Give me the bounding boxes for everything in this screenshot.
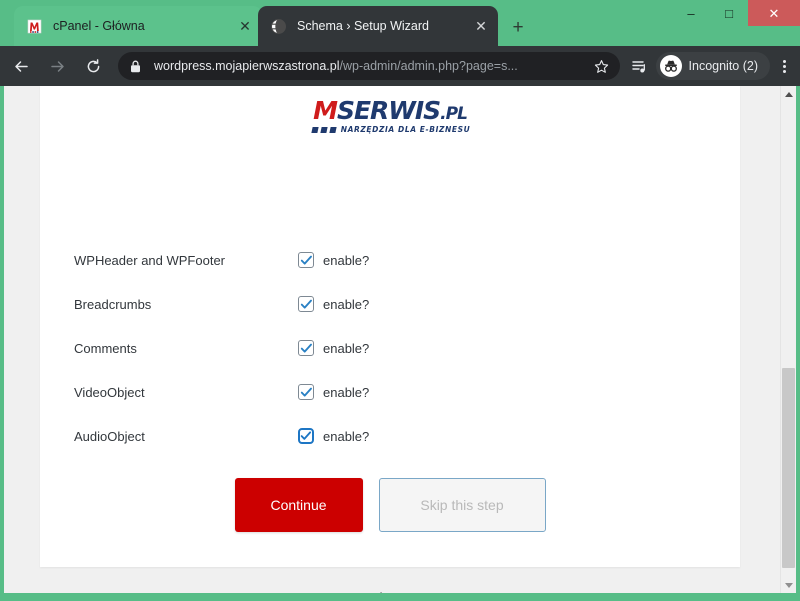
option-control: enable? bbox=[298, 340, 369, 356]
checkmark-icon bbox=[300, 343, 312, 353]
checkmark-icon bbox=[300, 299, 312, 309]
tab-title: Schema › Setup Wizard bbox=[297, 19, 429, 33]
forward-icon bbox=[42, 51, 72, 81]
browser-tab-cpanel[interactable]: cPanel - Główna ✕ bbox=[14, 6, 262, 46]
option-control: enable? bbox=[298, 296, 369, 312]
option-row-audioobject: AudioObject enable? bbox=[40, 414, 740, 458]
tab-close-icon[interactable]: ✕ bbox=[472, 17, 490, 35]
enable-label[interactable]: enable? bbox=[323, 429, 369, 444]
browser-toolbar: wordpress.mojapierwszastrona.pl/wp-admin… bbox=[0, 46, 800, 86]
option-control: enable? bbox=[298, 252, 369, 268]
enable-label[interactable]: enable? bbox=[323, 253, 369, 268]
scrollbar-thumb[interactable] bbox=[782, 368, 795, 568]
chrome-menu-icon[interactable] bbox=[770, 51, 798, 81]
logo-letter-m: M bbox=[313, 96, 338, 125]
checkmark-icon bbox=[300, 387, 312, 397]
url-path: /wp-admin/admin.php?page=s... bbox=[339, 59, 518, 73]
menu-dot bbox=[782, 59, 786, 63]
option-label: WPHeader and WPFooter bbox=[74, 252, 226, 268]
option-control: enable? bbox=[298, 384, 369, 400]
menu-dot bbox=[782, 69, 786, 73]
browser-window: cPanel - Główna ✕ Schema › Setup Wizard … bbox=[0, 0, 800, 601]
url-text: wordpress.mojapierwszastrona.pl/wp-admin… bbox=[154, 59, 588, 73]
logo-word: SERWIS bbox=[336, 96, 441, 125]
reload-icon[interactable] bbox=[78, 51, 108, 81]
lock-icon bbox=[130, 60, 144, 73]
logo-wordmark: MSERWIS.PL bbox=[310, 98, 471, 123]
option-row-breadcrumbs: Breadcrumbs enable? bbox=[40, 282, 740, 326]
incognito-profile-chip[interactable]: Incognito (2) bbox=[655, 52, 770, 80]
url-host: wordpress.mojapierwszastrona.pl bbox=[154, 59, 340, 73]
enable-label[interactable]: enable? bbox=[323, 385, 369, 400]
logo-tagline-row: NARZĘDZIA DLA E-BIZNESU bbox=[310, 126, 471, 134]
logo-tld: .PL bbox=[440, 104, 468, 124]
option-label: AudioObject bbox=[74, 428, 145, 444]
option-label: VideoObject bbox=[74, 384, 145, 400]
back-icon[interactable] bbox=[6, 51, 36, 81]
tab-strip: cPanel - Główna ✕ Schema › Setup Wizard … bbox=[0, 0, 800, 46]
setup-wizard-card: MSERWIS.PL NARZĘDZIA DLA E-BIZNESU WPHea… bbox=[40, 86, 740, 593]
mserwis-m-icon bbox=[26, 18, 43, 35]
window-controls: – □ ✕ bbox=[672, 0, 800, 26]
checkmark-icon bbox=[300, 255, 312, 265]
enable-checkbox[interactable] bbox=[298, 296, 314, 312]
bookmark-star-icon[interactable] bbox=[594, 59, 610, 74]
page-viewport: MSERWIS.PL NARZĘDZIA DLA E-BIZNESU WPHea… bbox=[4, 86, 796, 593]
minimize-button[interactable]: – bbox=[672, 0, 710, 26]
scroll-down-icon[interactable] bbox=[781, 577, 796, 593]
option-label: Breadcrumbs bbox=[74, 296, 152, 312]
site-logo: MSERWIS.PL NARZĘDZIA DLA E-BIZNESU bbox=[40, 98, 740, 134]
enable-checkbox[interactable] bbox=[298, 340, 314, 356]
globe-icon bbox=[270, 18, 287, 35]
browser-tab-setup-wizard[interactable]: Schema › Setup Wizard ✕ bbox=[258, 6, 498, 46]
enable-checkbox[interactable] bbox=[298, 384, 314, 400]
mouse-cursor bbox=[380, 592, 396, 593]
tab-close-icon[interactable]: ✕ bbox=[236, 17, 254, 35]
option-row-comments: Comments enable? bbox=[40, 326, 740, 370]
media-control-icon[interactable] bbox=[626, 58, 654, 75]
page-scrollbar[interactable] bbox=[780, 86, 796, 593]
logo-tagline: NARZĘDZIA DLA E-BIZNESU bbox=[340, 125, 471, 134]
maximize-button[interactable]: □ bbox=[710, 0, 748, 26]
wizard-actions: Continue Skip this step bbox=[40, 478, 740, 532]
option-row-videoobject: VideoObject enable? bbox=[40, 370, 740, 414]
skip-this-step-button[interactable]: Skip this step bbox=[378, 478, 546, 532]
checkmark-icon bbox=[300, 431, 312, 440]
incognito-label: Incognito (2) bbox=[688, 59, 758, 73]
option-label: Comments bbox=[74, 340, 137, 356]
menu-dot bbox=[782, 64, 786, 68]
enable-label[interactable]: enable? bbox=[323, 297, 369, 312]
close-window-button[interactable]: ✕ bbox=[748, 0, 800, 26]
incognito-icon bbox=[659, 55, 682, 77]
enable-label[interactable]: enable? bbox=[323, 341, 369, 356]
scroll-up-icon[interactable] bbox=[781, 86, 796, 102]
logo-squares-icon bbox=[311, 126, 337, 133]
option-control: enable? bbox=[298, 428, 369, 444]
enable-checkbox[interactable] bbox=[298, 428, 314, 444]
enable-checkbox[interactable] bbox=[298, 252, 314, 268]
address-bar[interactable]: wordpress.mojapierwszastrona.pl/wp-admin… bbox=[118, 52, 620, 80]
new-tab-button[interactable]: + bbox=[506, 15, 530, 39]
tab-title: cPanel - Główna bbox=[53, 19, 145, 33]
option-row-wpheader-wpfooter: WPHeader and WPFooter enable? bbox=[40, 238, 740, 282]
schema-options-list: WPHeader and WPFooter enable? Breadcrumb… bbox=[40, 238, 740, 458]
continue-button[interactable]: Continue bbox=[234, 478, 363, 532]
